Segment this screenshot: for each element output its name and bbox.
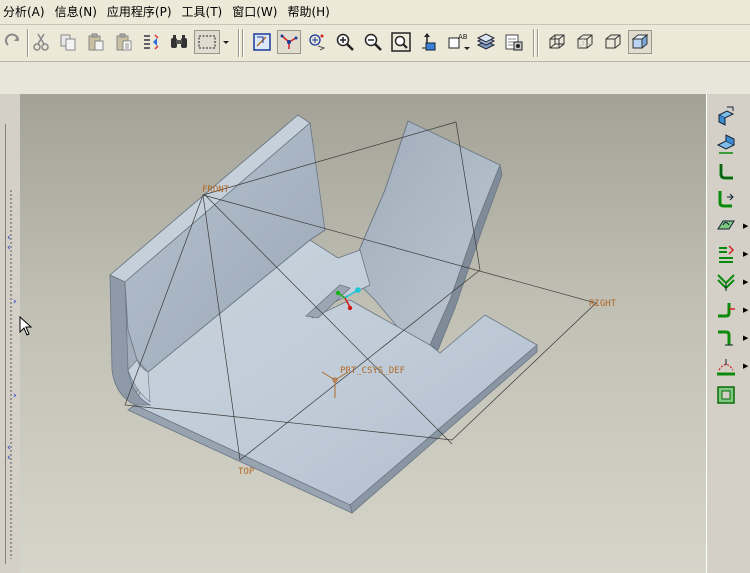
menu-help[interactable]: 帮助(H) [284,2,336,22]
reorient-icon[interactable] [417,30,441,54]
bend-icon[interactable] [713,298,739,322]
form-more-icon[interactable]: ▶ [743,222,748,230]
form-icon[interactable] [713,214,739,238]
menu-tools[interactable]: 工具(T) [179,2,230,22]
layers-icon[interactable] [474,30,498,54]
datum-label-csys[interactable]: PRT_CSYS_DEF [340,366,405,376]
menu-window[interactable]: 窗口(W) [229,2,284,22]
datum-point-icon[interactable] [305,30,329,54]
merge-walls-icon[interactable] [713,270,739,294]
datum-label-front[interactable]: FRONT [202,185,230,195]
refit-icon[interactable] [389,30,413,54]
navigator-collapsed[interactable]: ‹ ‹ › › ‹ ‹ [0,94,20,573]
saved-views-icon[interactable] [502,30,526,54]
toolbar-separator [533,29,535,57]
rip-icon[interactable] [713,242,739,266]
zoom-in-icon[interactable] [333,30,357,54]
edge-bend-more-icon[interactable]: ▶ [743,334,748,342]
main-toolbar: AB [0,25,750,62]
dropdown-arrow-icon[interactable] [220,30,232,54]
menu-applications[interactable]: 应用程序(P) [104,2,179,22]
edge-bend-icon[interactable] [713,326,739,350]
toolbar-band [0,62,750,94]
datum-label-top[interactable]: TOP [238,467,255,477]
flange-wall-icon[interactable] [713,159,739,183]
svg-text:AB: AB [458,33,468,41]
hidden-line-icon[interactable] [573,30,597,54]
copy-icon[interactable] [56,30,80,54]
menu-info[interactable]: 信息(N) [52,2,104,22]
mouse-pointer-icon [19,316,33,336]
cut-icon[interactable] [29,30,53,54]
annotation-display-icon[interactable]: AB [445,30,473,54]
unattached-wall-icon[interactable] [713,132,739,156]
zoom-out-icon[interactable] [361,30,385,54]
feature-toolbar: ▶ ▶ ▶ ▶ ▶ ▶ [706,94,750,573]
toolbar-separator [242,29,244,57]
sheetmetal-model: FRONT RIGHT TOP PRT_CSYS_DEF [109,114,617,514]
navigator-expand-icon[interactable]: ‹ [7,454,11,463]
navigator-expand-icon[interactable]: › [13,298,17,307]
regenerate-icon[interactable] [139,30,163,54]
redo-icon[interactable] [2,30,26,54]
navigator-border [5,124,6,564]
datum-axis-icon[interactable] [277,30,301,54]
paste-icon[interactable] [84,30,108,54]
flat-pattern-icon[interactable] [713,383,739,407]
datum-plane-icon[interactable] [250,30,274,54]
navigator-expand-icon[interactable]: ‹ [7,244,11,253]
find-icon[interactable] [167,30,191,54]
extend-wall-icon[interactable] [713,186,739,210]
toolbar-separator [537,29,539,57]
rip-more-icon[interactable]: ▶ [743,250,748,258]
bend-more-icon[interactable]: ▶ [743,306,748,314]
paste-special-icon[interactable] [112,30,136,54]
unbend-icon[interactable] [713,354,739,378]
merge-more-icon[interactable]: ▶ [743,278,748,286]
navigator-expand-icon[interactable]: ‹ [7,444,11,453]
menu-analysis[interactable]: 分析(A) [0,2,52,22]
no-hidden-icon[interactable] [601,30,625,54]
box-select-icon[interactable] [194,30,220,54]
wireframe-icon[interactable] [545,30,569,54]
navigator-expand-icon[interactable]: › [13,392,17,401]
toolbar-separator [238,29,240,57]
datum-label-right[interactable]: RIGHT [589,299,617,309]
flat-wall-icon[interactable] [713,104,739,128]
graphics-window[interactable]: FRONT RIGHT TOP PRT_CSYS_DEF [20,94,706,573]
unbend-more-icon[interactable]: ▶ [743,362,748,370]
shading-icon[interactable] [628,30,652,54]
menu-bar: 分析(A) 信息(N) 应用程序(P) 工具(T) 窗口(W) 帮助(H) [0,0,750,25]
navigator-expand-icon[interactable]: ‹ [7,234,11,243]
